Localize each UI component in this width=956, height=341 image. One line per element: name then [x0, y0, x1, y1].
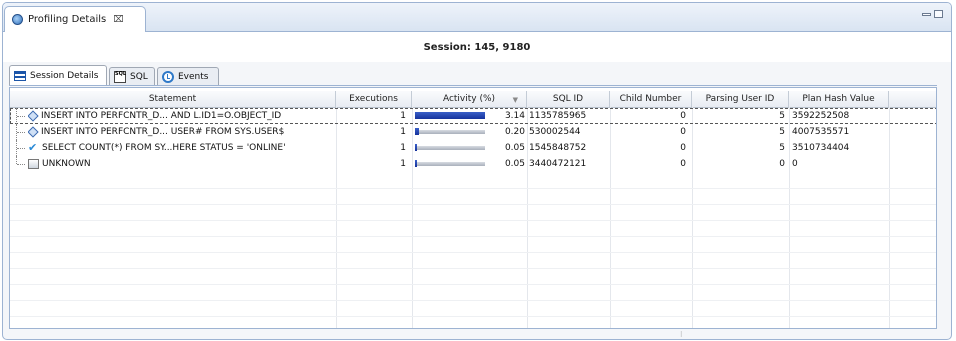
- table-row[interactable]: UNKNOWN 1 0.05 3440472121 0 0 0: [10, 156, 936, 172]
- grid-icon: [14, 70, 26, 81]
- subtab-strip: Session Details SQL SQL Events: [9, 64, 937, 86]
- executions-cell: 1: [400, 127, 406, 137]
- tab-label: Session Details: [30, 70, 99, 81]
- activity-bar-fill: [415, 112, 485, 119]
- activity-bar: [415, 144, 485, 151]
- tab-label: SQL: [130, 71, 148, 82]
- view-tab-label: Profiling Details: [28, 14, 107, 25]
- column-header-filler: [889, 91, 936, 107]
- parsing-user-id-cell: 0: [779, 159, 785, 169]
- executions-cell: 1: [400, 143, 406, 153]
- session-header: Session: 145, 9180: [3, 32, 951, 62]
- statement-text: INSERT INTO PERFCNTR_D... USER# FROM SYS…: [41, 127, 285, 137]
- activity-cell: 0.05: [412, 140, 527, 156]
- statement-cell: INSERT INTO PERFCNTR_D... AND L.ID1=O.OB…: [28, 108, 334, 124]
- activity-bar: [415, 112, 485, 119]
- sql-id-cell: 3440472121: [529, 159, 587, 169]
- activity-value: 3.14: [504, 111, 525, 121]
- activity-cell: 0.05: [412, 156, 527, 172]
- empty-row: [10, 236, 936, 253]
- sql-table: Statement Executions Activity (%) ▼ SQL …: [9, 87, 937, 329]
- statement-text: INSERT INTO PERFCNTR_D... AND L.ID1=O.OB…: [41, 111, 282, 121]
- empty-row: [10, 300, 936, 317]
- child-number-cell: 0: [680, 111, 686, 121]
- sql-id-cell: 1545848752: [529, 143, 587, 153]
- sql-id-cell: 1135785965: [529, 111, 587, 121]
- statement-text: UNKNOWN: [42, 159, 91, 169]
- executions-cell: 1: [400, 159, 406, 169]
- activity-bar: [415, 128, 485, 135]
- column-header-activity[interactable]: Activity (%) ▼: [412, 91, 527, 107]
- tab-events[interactable]: Events: [157, 67, 219, 85]
- activity-bar-remainder: [419, 130, 485, 134]
- activity-bar: [415, 160, 485, 167]
- sql-id-cell: 530002544: [529, 127, 581, 137]
- resize-handle[interactable]: ⁝: [680, 330, 683, 339]
- column-header-executions[interactable]: Executions: [336, 91, 412, 107]
- executions-cell: 1: [400, 111, 406, 121]
- empty-row: [10, 172, 936, 189]
- activity-value: 0.05: [504, 143, 525, 153]
- child-number-cell: 0: [680, 159, 686, 169]
- view-tab-profiling-details[interactable]: Profiling Details ⌧: [4, 6, 146, 32]
- activity-value: 0.20: [504, 127, 525, 137]
- close-icon[interactable]: ⌧: [113, 15, 123, 25]
- profiling-details-view: Profiling Details ⌧ Session: 145, 9180 S…: [2, 2, 952, 340]
- window-controls: [922, 10, 943, 18]
- empty-row: [10, 188, 936, 205]
- tab-sql[interactable]: SQL SQL: [109, 67, 155, 85]
- plan-hash-value-cell: 0: [792, 159, 798, 169]
- empty-row: [10, 252, 936, 269]
- child-number-cell: 0: [680, 143, 686, 153]
- view-titlebar: Profiling Details ⌧: [3, 3, 951, 32]
- column-header-sql-id[interactable]: SQL ID: [527, 91, 610, 107]
- parsing-user-id-cell: 5: [779, 127, 785, 137]
- empty-row: [10, 284, 936, 301]
- column-header-label: Activity (%): [442, 94, 496, 104]
- sql-icon: SQL: [114, 70, 126, 83]
- minimize-icon[interactable]: [922, 13, 931, 16]
- column-header-child-number[interactable]: Child Number: [610, 91, 692, 107]
- activity-cell: 3.14: [412, 108, 527, 124]
- empty-row: [10, 268, 936, 285]
- parsing-user-id-cell: 5: [779, 143, 785, 153]
- statement-cell: INSERT INTO PERFCNTR_D... USER# FROM SYS…: [28, 124, 334, 140]
- child-number-cell: 0: [680, 127, 686, 137]
- activity-value: 0.05: [504, 159, 525, 169]
- plan-hash-value-cell: 3510734404: [792, 143, 850, 153]
- checkmark-icon: ✔: [28, 140, 38, 154]
- sort-descending-icon: ▼: [512, 96, 518, 104]
- table-row[interactable]: INSERT INTO PERFCNTR_D... AND L.ID1=O.OB…: [10, 108, 936, 124]
- maximize-icon[interactable]: [934, 10, 943, 18]
- table-row[interactable]: ✔ SELECT COUNT(*) FROM SY...HERE STATUS =…: [10, 140, 936, 156]
- activity-cell: 0.20: [412, 124, 527, 140]
- unknown-icon: [28, 158, 39, 169]
- execute-icon: [28, 111, 38, 121]
- statement-cell: UNKNOWN: [28, 156, 334, 172]
- activity-bar-remainder: [417, 162, 485, 166]
- parsing-user-id-cell: 5: [779, 111, 785, 121]
- plan-hash-value-cell: 3592252508: [792, 111, 850, 121]
- column-header-statement[interactable]: Statement: [10, 91, 336, 107]
- execute-icon: [28, 127, 38, 137]
- tab-session-details[interactable]: Session Details: [9, 65, 107, 85]
- plan-hash-value-cell: 4007535571: [792, 127, 850, 137]
- statement-text: SELECT COUNT(*) FROM SY...HERE STATUS = …: [42, 143, 286, 153]
- table-header: Statement Executions Activity (%) ▼ SQL …: [10, 91, 936, 108]
- statement-cell: ✔ SELECT COUNT(*) FROM SY...HERE STATUS =…: [28, 140, 334, 156]
- tab-label: Events: [178, 71, 209, 82]
- column-header-plan-hash-value[interactable]: Plan Hash Value: [789, 91, 889, 107]
- empty-row: [10, 204, 936, 221]
- table-row[interactable]: INSERT INTO PERFCNTR_D... USER# FROM SYS…: [10, 124, 936, 140]
- empty-row: [10, 220, 936, 237]
- events-icon: [162, 70, 174, 83]
- globe-icon: [12, 14, 23, 25]
- column-header-parsing-user-id[interactable]: Parsing User ID: [692, 91, 789, 107]
- activity-bar-remainder: [417, 146, 485, 150]
